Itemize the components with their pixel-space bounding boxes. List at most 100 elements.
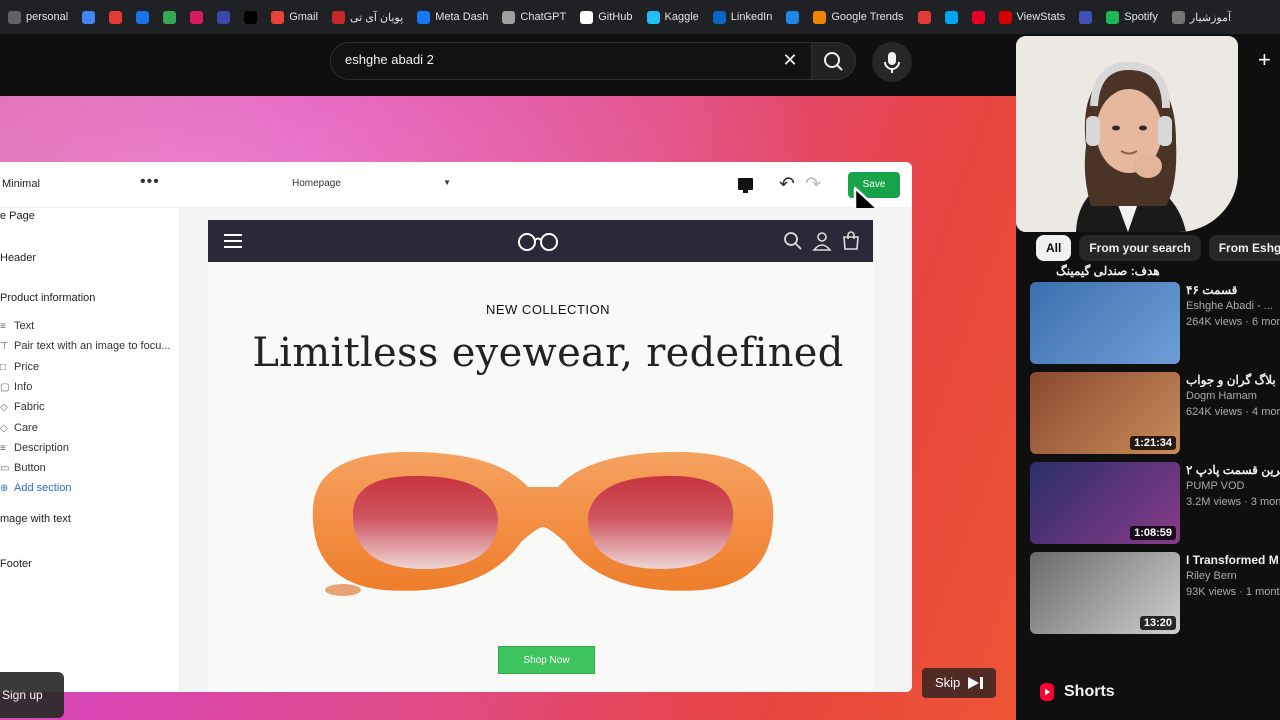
sidebar-item-header[interactable]: Header xyxy=(0,252,36,264)
bookmark-item[interactable] xyxy=(217,10,231,24)
recommendation-item[interactable]: قسمت ۴۶ Eshghe Abadi - ... 264K views · 6 … xyxy=(1030,282,1280,364)
more-options-icon[interactable]: ••• xyxy=(140,173,160,191)
bookmark-item[interactable] xyxy=(1079,10,1093,24)
block-type-icon: ◇ xyxy=(0,422,8,434)
bookmark-item[interactable]: ViewStats xyxy=(998,10,1065,24)
filter-chip[interactable]: All xyxy=(1036,235,1072,261)
video-thumbnail[interactable]: 13:20 xyxy=(1030,552,1180,634)
sidebar-item-footer[interactable]: Footer xyxy=(0,558,32,570)
recommendation-title-partial[interactable]: هدف: صندلی گیمینگ xyxy=(1056,264,1160,278)
video-player[interactable]: Minimal ••• Homepage ▼ ↶ ↷ Save e Page H… xyxy=(0,96,1016,720)
sidebar-block-item[interactable]: ▢ Info xyxy=(0,381,32,393)
filter-chips: All From your search From Eshghe xyxy=(1036,235,1280,261)
video-thumbnail[interactable]: 1:08:59 xyxy=(1030,462,1180,544)
bookmark-favicon-icon xyxy=(163,10,177,24)
channel-name[interactable]: Eshghe Abadi - ... xyxy=(1186,298,1280,314)
bookmark-item[interactable]: Kaggle xyxy=(646,10,699,24)
bookmark-item[interactable]: LinkedIn xyxy=(712,10,772,24)
recommendation-item[interactable]: 13:20 I Transformed M Riley Bern 93K views … xyxy=(1030,552,1280,634)
bookmark-item[interactable]: ChatGPT xyxy=(502,10,566,24)
video-title[interactable]: I Transformed M xyxy=(1186,552,1280,568)
shop-now-button[interactable]: Shop Now xyxy=(498,646,595,674)
sidebar-block-item[interactable]: ◇ Care xyxy=(0,422,38,434)
search-input[interactable] xyxy=(345,52,765,67)
hamburger-menu-icon[interactable] xyxy=(224,234,242,252)
recommendation-item[interactable]: 1:21:34 بلاگ گران و جواب Dogm Hamam 624K vi… xyxy=(1030,372,1280,454)
editor-sidebar: e Page Header Product information ≡ Text ⊤… xyxy=(0,208,180,692)
bookmark-favicon-icon xyxy=(244,10,258,24)
bookmark-item[interactable] xyxy=(971,10,985,24)
voice-search-button[interactable] xyxy=(872,42,912,82)
video-thumbnail[interactable]: 1:21:34 xyxy=(1030,372,1180,454)
shorts-icon xyxy=(1040,683,1054,701)
search-button[interactable] xyxy=(812,42,856,80)
redo-icon[interactable]: ↷ xyxy=(805,173,821,196)
bookmark-item[interactable] xyxy=(190,10,204,24)
bookmark-item[interactable]: Gmail xyxy=(271,10,318,24)
store-nav-icons xyxy=(783,231,861,251)
block-label: Fabric xyxy=(14,401,45,414)
add-section-label: Add section xyxy=(14,482,72,494)
bookmark-item[interactable]: personal xyxy=(8,10,68,24)
sidebar-block-item[interactable]: ≡ Description xyxy=(0,442,69,454)
create-plus-icon[interactable]: + xyxy=(1258,48,1271,72)
filter-chip[interactable]: From Eshghe xyxy=(1208,235,1280,261)
account-icon[interactable] xyxy=(812,231,832,251)
hero-kicker: NEW COLLECTION xyxy=(485,302,610,317)
cart-icon[interactable] xyxy=(841,231,861,251)
skip-ad-button[interactable]: Skip xyxy=(922,668,996,698)
search-icon xyxy=(824,52,843,71)
bookmark-item[interactable]: GitHub xyxy=(580,10,633,24)
channel-name[interactable]: PUMP VOD xyxy=(1186,478,1280,494)
page-select[interactable]: Homepage ▼ xyxy=(285,172,535,196)
video-meta: I Transformed M Riley Bern 93K views · 1 m… xyxy=(1186,552,1280,600)
bookmark-item[interactable] xyxy=(917,10,931,24)
bookmark-label: پویان آی تی xyxy=(349,11,404,24)
bookmark-item[interactable]: Spotify xyxy=(1106,10,1158,24)
video-title[interactable]: قسمت ۴۶ xyxy=(1186,282,1280,298)
video-title[interactable]: بلاگ گران و جواب xyxy=(1186,372,1280,388)
bookmark-item[interactable] xyxy=(136,10,150,24)
video-duration: 1:21:34 xyxy=(1130,436,1176,450)
channel-name[interactable]: Riley Bern xyxy=(1186,568,1280,584)
sidebar-block-item[interactable]: □ Price xyxy=(0,361,39,373)
video-thumbnail[interactable] xyxy=(1030,282,1180,364)
bookmark-item[interactable] xyxy=(82,10,96,24)
bookmarks-bar: personal Gmail پویان آی تی Meta Dash ChatGPT… xyxy=(0,0,1280,34)
desktop-preview-icon[interactable] xyxy=(738,178,753,193)
sign-up-button[interactable]: Sign up xyxy=(0,672,64,718)
bookmark-item[interactable]: آموزشیار xyxy=(1171,10,1231,24)
video-title[interactable]: آخرین قسمت پادپ ۲ xyxy=(1186,462,1280,478)
bookmark-item[interactable] xyxy=(163,10,177,24)
recommendation-item[interactable]: 1:08:59 آخرین قسمت پادپ ۲PUMP VOD 3.2M vie… xyxy=(1030,462,1280,544)
streamer-webcam-image xyxy=(1016,36,1238,232)
filter-chip[interactable]: From your search xyxy=(1079,235,1201,261)
recommendations-sidebar: All From your search From Eshghe هدف: صندل… xyxy=(1016,232,1280,720)
sidebar-block-item[interactable]: ▭ Button xyxy=(0,462,46,474)
bookmark-favicon-icon xyxy=(580,10,594,24)
clear-search-icon[interactable]: ✕ xyxy=(778,48,802,72)
store-search-icon[interactable] xyxy=(783,231,803,251)
bookmark-item[interactable] xyxy=(109,10,123,24)
bookmark-item[interactable]: Google Trends xyxy=(813,10,904,24)
block-label: Text xyxy=(14,320,35,332)
bookmark-item[interactable] xyxy=(944,10,958,24)
add-section-link[interactable]: ⊕ Add section xyxy=(0,482,71,494)
bookmark-item[interactable] xyxy=(244,10,258,24)
shorts-header[interactable]: Shorts xyxy=(1038,682,1115,702)
webcam-overlay xyxy=(1016,36,1238,232)
bookmark-item[interactable] xyxy=(786,10,800,24)
bookmark-favicon-icon xyxy=(712,10,726,24)
search-box[interactable] xyxy=(330,42,812,80)
channel-name[interactable]: Dogm Hamam xyxy=(1186,388,1280,404)
store-navbar xyxy=(208,220,873,262)
sidebar-item-image-with-text[interactable]: mage with text xyxy=(0,513,71,525)
sidebar-block-item[interactable]: ◇ Fabric xyxy=(0,401,45,413)
sidebar-block-item[interactable]: ⊤ Pair text with an image to focu... xyxy=(0,340,171,352)
undo-icon[interactable]: ↶ xyxy=(779,173,795,196)
bookmark-item[interactable]: Meta Dash xyxy=(417,10,488,24)
microphone-icon xyxy=(884,52,900,73)
sidebar-block-item[interactable]: ≡ Text xyxy=(0,320,34,332)
sidebar-item-product-information[interactable]: Product information xyxy=(0,292,95,304)
bookmark-item[interactable]: پویان آی تی xyxy=(331,10,404,24)
